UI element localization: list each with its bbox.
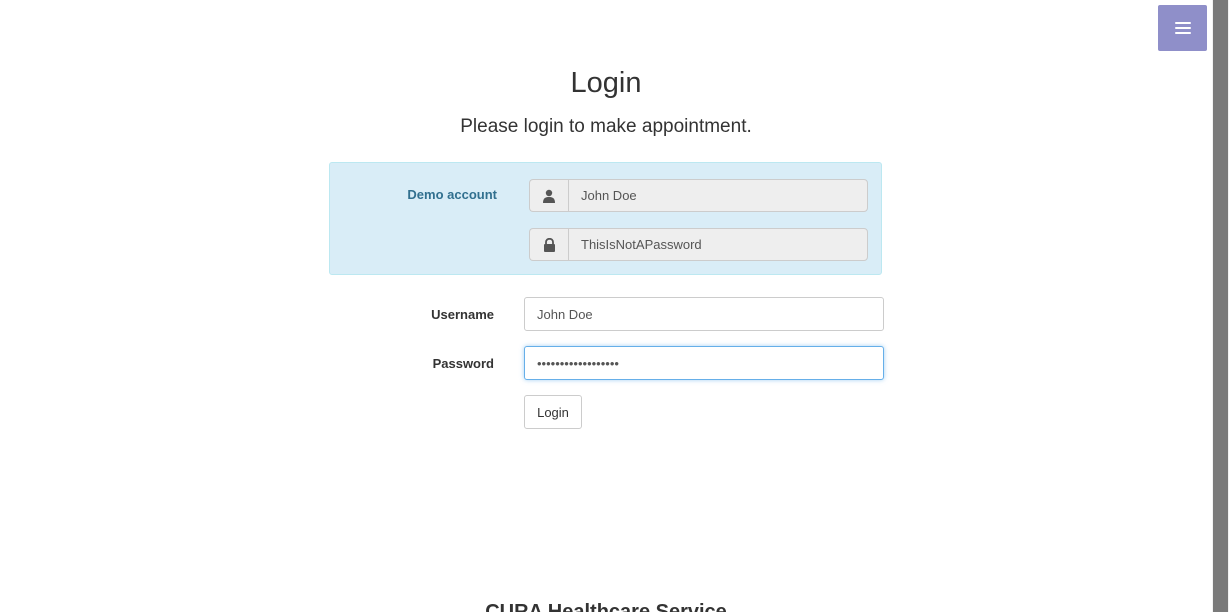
user-icon [529,179,568,212]
hamburger-menu-icon [1174,19,1191,37]
demo-username-field[interactable] [568,179,868,212]
password-label: Password [432,356,494,371]
scrollbar-thumb[interactable] [1213,0,1228,612]
page-title: Login [570,67,642,99]
username-input[interactable] [524,297,884,331]
page: Login Please login to make appointment. … [0,0,1229,612]
demo-account-panel: Demo account [329,162,882,275]
menu-toggle-button[interactable] [1158,5,1207,51]
demo-password-field[interactable] [568,228,868,261]
login-button[interactable]: Login [524,395,582,429]
footer-brand: CURA Healthcare Service [485,601,727,612]
password-input[interactable] [524,346,884,380]
demo-username-group [529,179,868,212]
username-label: Username [431,307,494,322]
lock-icon [529,228,568,261]
demo-password-group [529,228,868,261]
page-subtitle: Please login to make appointment. [460,116,752,137]
demo-account-label: Demo account [407,187,497,202]
